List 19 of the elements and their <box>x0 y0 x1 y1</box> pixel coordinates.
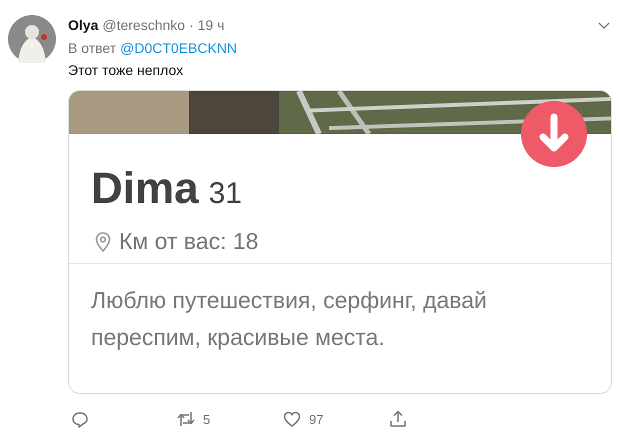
profile-age: 31 <box>208 177 242 211</box>
profile-bio: Люблю путешествия, серфинг, давай переспим, красивые места. <box>90 286 488 352</box>
author-name[interactable]: Olya <box>68 17 98 33</box>
retweet-count: 5 <box>203 412 210 426</box>
like-count: 97 <box>309 412 324 426</box>
down-arrow-button[interactable] <box>521 101 587 167</box>
heart-icon[interactable] <box>283 410 301 428</box>
reply-label: В ответ <box>68 40 116 56</box>
distance-text: Км от вас: 18 <box>119 228 258 255</box>
reply-link[interactable]: @D0CT0EBCKNN <box>120 40 238 56</box>
retweet-icon[interactable] <box>177 410 195 428</box>
author-handle[interactable]: @tereschnko <box>102 17 186 33</box>
location-pin-icon <box>95 232 111 252</box>
reply-icon[interactable] <box>71 410 89 428</box>
tweet-time: · 19 ч <box>189 17 224 33</box>
chevron-icon[interactable] <box>598 22 610 28</box>
tweet-text: Этот тоже неплох <box>68 62 184 78</box>
share-icon[interactable] <box>389 410 407 428</box>
profile-name: Dima <box>91 164 199 214</box>
